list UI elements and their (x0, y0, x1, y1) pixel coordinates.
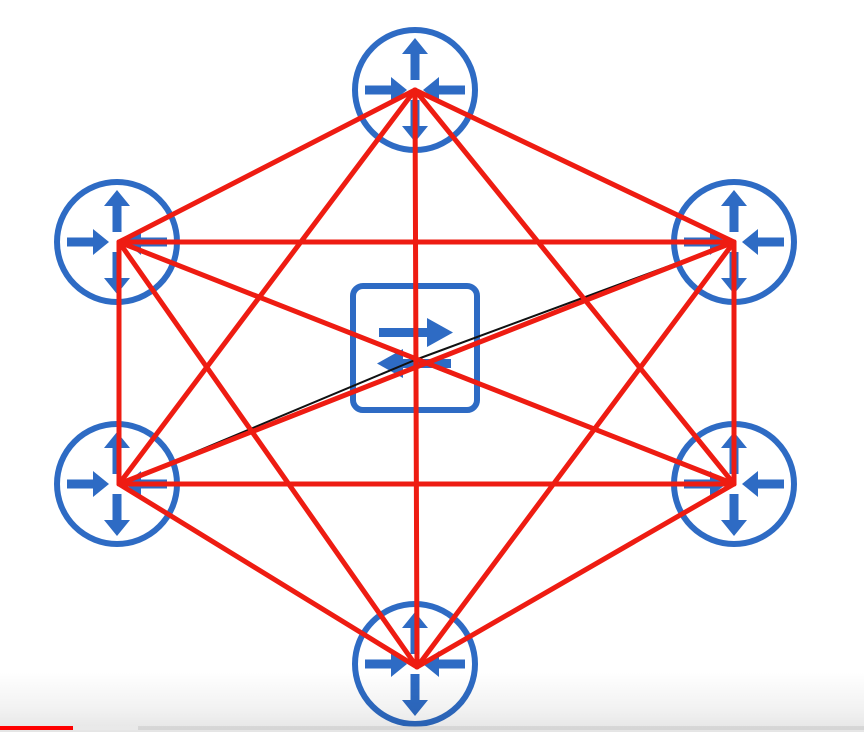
mesh-link-line (116, 87, 418, 245)
mesh-link-line (414, 481, 737, 670)
video-progress-bar[interactable] (0, 726, 864, 730)
devices-layer (57, 30, 794, 724)
mesh-link-line (412, 87, 737, 245)
mesh-link-line (412, 87, 420, 670)
video-progress-fill (0, 726, 74, 730)
full-mesh-diagram (0, 0, 864, 732)
mesh-link-line (116, 481, 420, 670)
network-diagram (0, 0, 864, 732)
